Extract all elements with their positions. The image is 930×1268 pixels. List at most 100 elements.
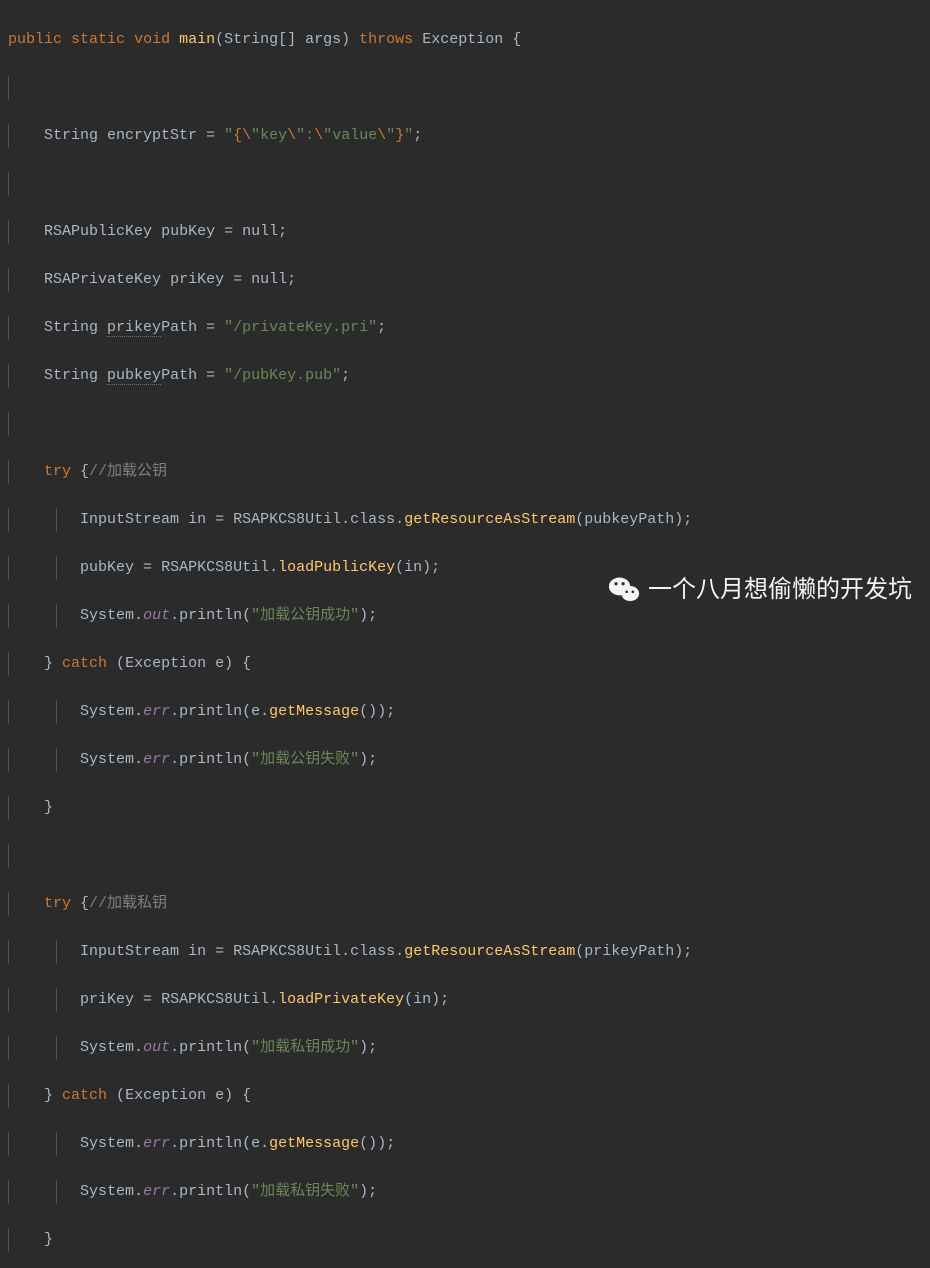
escape: {\ bbox=[233, 127, 251, 144]
type: InputStream bbox=[80, 511, 179, 528]
code-line: InputStream in = RSAPKCS8Util.class.getR… bbox=[8, 508, 930, 532]
keyword: catch bbox=[53, 1087, 116, 1104]
var: e bbox=[251, 1135, 260, 1152]
code-line: InputStream in = RSAPKCS8Util.class.getR… bbox=[8, 940, 930, 964]
punct: ); bbox=[377, 703, 395, 720]
string: "加载私钥成功" bbox=[251, 1039, 359, 1056]
punct: ( bbox=[242, 751, 251, 768]
type: String bbox=[44, 127, 98, 144]
punct: } bbox=[44, 799, 53, 816]
keyword: throws bbox=[359, 31, 413, 48]
escape: \ bbox=[314, 127, 323, 144]
code-line: System.out.println("加载公钥成功"); bbox=[8, 604, 930, 628]
punct: } bbox=[44, 1231, 53, 1248]
method: println bbox=[179, 1039, 242, 1056]
code-line bbox=[8, 844, 930, 868]
punct: ); bbox=[359, 607, 377, 624]
field: class bbox=[350, 943, 395, 960]
code-line: } catch (Exception e) { bbox=[8, 1084, 930, 1108]
var: encryptStr bbox=[107, 127, 197, 144]
punct: ( bbox=[242, 1135, 251, 1152]
code-line: String encryptStr = "{\"key\":\"value\"}… bbox=[8, 124, 930, 148]
punct: () bbox=[359, 703, 377, 720]
var: e) bbox=[206, 1087, 233, 1104]
string: "加载公钥成功" bbox=[251, 607, 359, 624]
punct: { bbox=[503, 31, 521, 48]
punct: } bbox=[44, 655, 53, 672]
code-line: RSAPrivateKey priKey = null; bbox=[8, 268, 930, 292]
type: Exception bbox=[422, 31, 503, 48]
punct: ( bbox=[242, 1183, 251, 1200]
string: value bbox=[332, 127, 377, 144]
punct: ); bbox=[422, 559, 440, 576]
class: RSAPKCS8Util bbox=[233, 511, 341, 528]
punct: ( bbox=[242, 607, 251, 624]
string: " bbox=[386, 127, 395, 144]
wechat-icon bbox=[608, 574, 640, 606]
method: loadPrivateKey bbox=[278, 991, 404, 1008]
punct: ; bbox=[341, 367, 350, 384]
var: priKey bbox=[170, 271, 224, 288]
punct: . bbox=[134, 703, 143, 720]
code-line: System.err.println(e.getMessage()); bbox=[8, 1132, 930, 1156]
op: = bbox=[134, 559, 161, 576]
string: "加载私钥失败" bbox=[251, 1183, 359, 1200]
var: priKey bbox=[80, 991, 134, 1008]
punct: ); bbox=[359, 1039, 377, 1056]
punct: . bbox=[134, 607, 143, 624]
var: in bbox=[188, 511, 206, 528]
punct: { bbox=[71, 463, 89, 480]
method: getResourceAsStream bbox=[404, 943, 575, 960]
type: Exception bbox=[125, 655, 206, 672]
method: loadPublicKey bbox=[278, 559, 395, 576]
class: RSAPKCS8Util bbox=[233, 943, 341, 960]
punct: ( bbox=[215, 31, 224, 48]
method: println bbox=[179, 703, 242, 720]
text: Path = bbox=[161, 367, 224, 384]
code-line: public static void main(String[] args) t… bbox=[8, 28, 930, 52]
comment: //加载私钥 bbox=[89, 895, 167, 912]
string: key bbox=[260, 127, 287, 144]
code-line: } bbox=[8, 1228, 930, 1252]
keyword: try bbox=[44, 463, 71, 480]
string: " bbox=[404, 127, 413, 144]
punct: ( bbox=[575, 943, 584, 960]
punct: . bbox=[170, 751, 179, 768]
code-editor[interactable]: public static void main(String[] args) t… bbox=[0, 0, 930, 1268]
field: out bbox=[143, 607, 170, 624]
method: println bbox=[179, 607, 242, 624]
method: main bbox=[179, 31, 215, 48]
method: println bbox=[179, 751, 242, 768]
punct: . bbox=[260, 703, 269, 720]
punct: { bbox=[233, 655, 251, 672]
punct: . bbox=[260, 1135, 269, 1152]
punct: ( bbox=[242, 703, 251, 720]
punct: } bbox=[44, 1087, 53, 1104]
field: err bbox=[143, 703, 170, 720]
code-line: String pubkeyPath = "/pubKey.pub"; bbox=[8, 364, 930, 388]
var: in bbox=[413, 991, 431, 1008]
punct: { bbox=[233, 1087, 251, 1104]
punct: . bbox=[269, 991, 278, 1008]
field: class bbox=[350, 511, 395, 528]
watermark: 一个八月想偷懒的开发坑 bbox=[608, 574, 912, 606]
type: String bbox=[44, 367, 98, 384]
class: System bbox=[80, 703, 134, 720]
type: RSAPublicKey bbox=[44, 223, 152, 240]
punct: . bbox=[341, 943, 350, 960]
code-line: try {//加载公钥 bbox=[8, 460, 930, 484]
string: : bbox=[305, 127, 314, 144]
type: String bbox=[44, 319, 98, 336]
op: = bbox=[197, 127, 224, 144]
var: pubKey bbox=[161, 223, 215, 240]
text: = null; bbox=[215, 223, 287, 240]
text: Path = bbox=[161, 319, 224, 336]
code-line: priKey = RSAPKCS8Util.loadPrivateKey(in)… bbox=[8, 988, 930, 1012]
code-line: try {//加载私钥 bbox=[8, 892, 930, 916]
field: err bbox=[143, 751, 170, 768]
params: [] args) bbox=[278, 31, 350, 48]
type: String bbox=[224, 31, 278, 48]
class: System bbox=[80, 1183, 134, 1200]
punct: . bbox=[170, 703, 179, 720]
class: System bbox=[80, 607, 134, 624]
